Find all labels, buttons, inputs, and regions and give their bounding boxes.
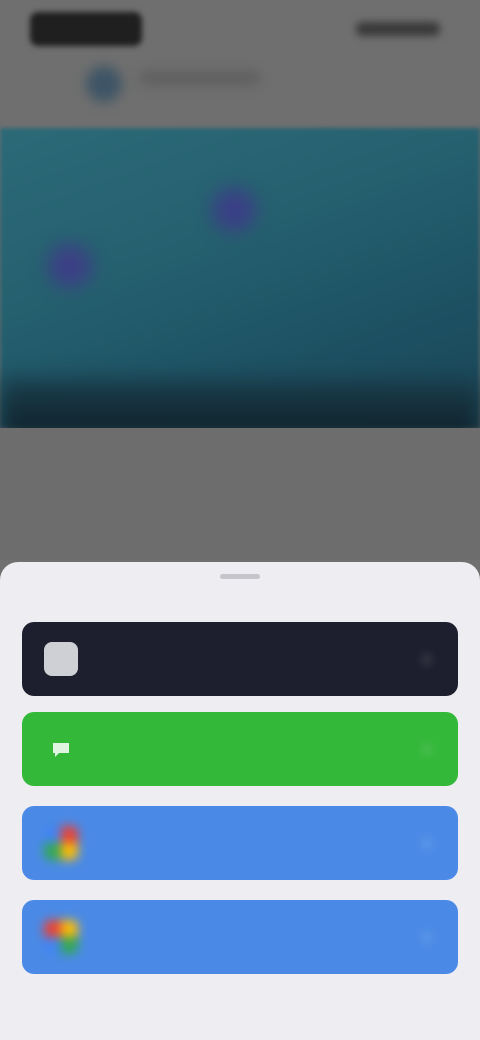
floating-object — [212, 188, 256, 232]
chevron-right-icon: › — [423, 925, 431, 948]
app-header — [0, 58, 480, 124]
option-button-1[interactable]: › — [22, 622, 458, 696]
status-icons — [356, 22, 440, 36]
chevron-right-icon: › — [423, 831, 431, 854]
chevron-right-icon: › — [423, 737, 431, 760]
option-button-2[interactable]: › — [22, 712, 458, 786]
message-icon — [44, 732, 78, 766]
dim-overlay — [0, 428, 480, 560]
status-time — [30, 12, 142, 46]
app-icon — [44, 642, 78, 676]
option-button-3[interactable]: › — [22, 806, 458, 880]
background-image — [0, 128, 480, 438]
background-app — [0, 0, 480, 560]
google-icon — [44, 920, 78, 954]
bottom-sheet: › › › › — [0, 562, 480, 1040]
google-icon — [44, 826, 78, 860]
profile-avatar — [86, 66, 122, 102]
status-bar — [0, 0, 480, 60]
header-title — [140, 72, 260, 84]
sheet-grabber-handle[interactable] — [220, 574, 260, 579]
floating-object — [48, 244, 92, 288]
option-button-4[interactable]: › — [22, 900, 458, 974]
chevron-right-icon: › — [423, 647, 431, 670]
